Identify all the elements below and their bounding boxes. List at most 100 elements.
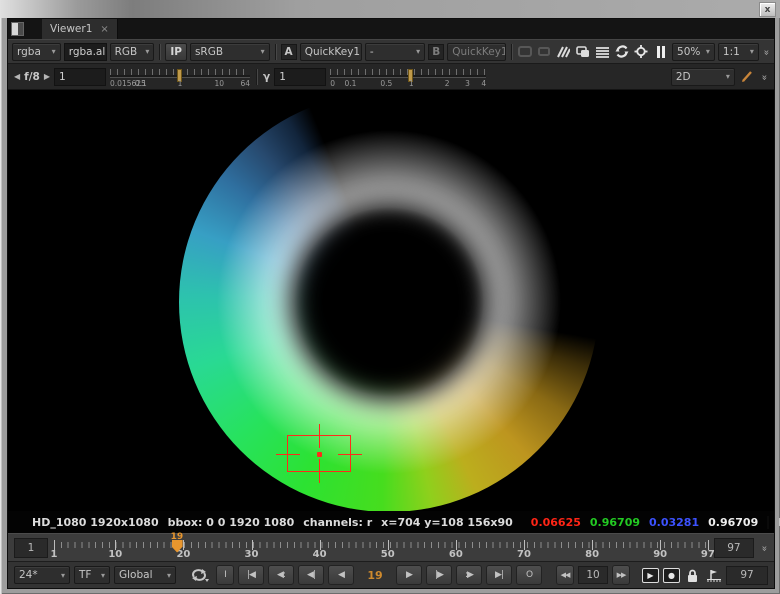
ruler-frame-label: 90 [653,548,668,560]
gain-slider[interactable]: 0.015625 0.1 1 10 64 [110,66,251,88]
viewer-process-select[interactable]: sRGB [189,42,270,61]
play-backward-button[interactable]: ◀ [328,565,354,585]
gain-input[interactable]: 1 [54,67,107,86]
input-a-label: A [280,43,297,60]
lock-icon[interactable] [684,567,701,583]
frame-ruler[interactable]: 1 10 20 30 40 50 60 70 80 90 97 19 [50,532,715,562]
ruler-frame-label: 50 [380,548,395,560]
divider [256,68,258,85]
gamma-slider[interactable]: 0 0.1 0.5 1 2 3 4 [330,66,487,88]
slider-tick-label: 10 [214,78,224,88]
input-process-button[interactable]: IP [165,42,187,61]
channels-label: channels: r [303,515,373,529]
slider-tick-label: 0.1 [134,78,147,88]
current-frame-field[interactable]: 19 [358,569,392,582]
pencil-icon[interactable] [739,69,756,85]
sample-tick-top [319,424,320,448]
floating-window: x Viewer1 × rgba rgba.alp RGB IP sRGB A … [0,0,780,594]
viewer-panel: Viewer1 × rgba rgba.alp RGB IP sRGB A Qu… [7,18,780,589]
stacked-lines-icon[interactable] [594,44,610,60]
monitor-icon[interactable] [517,44,533,60]
window-title-bar[interactable] [0,0,780,18]
chevrons-icon[interactable]: » [758,74,769,78]
fstop-prev-icon[interactable]: ◀ [14,72,20,81]
viewer-toolbar: rgba rgba.alp RGB IP sRGB A QuickKey1▾ -… [8,39,774,64]
fast-forward-icon: ▶▶ [616,571,627,579]
play-forward-button[interactable]: ▶ [396,565,422,585]
blue-value: 0.03281 [649,515,700,529]
mark-in-button[interactable]: I [216,565,234,585]
small-monitor-icon[interactable] [536,44,552,60]
display-channels-select[interactable]: RGB [109,42,155,61]
fps-select[interactable]: 24* [14,566,70,584]
refresh-icon[interactable] [614,44,630,60]
red-value: 0.06625 [530,515,581,529]
transport-bar: 24* TF Global I |◀◀:◀|◀ 19 ▶|▶:▶▶|O ◀◀ 1… [8,561,774,588]
window-close-button[interactable]: x [759,2,776,17]
tab-close-icon[interactable]: × [100,24,108,35]
range-o-button[interactable]: O [516,565,542,585]
sample-tick-bottom [319,459,320,483]
pane-layout-icon[interactable] [11,22,24,36]
gamma-input[interactable]: 1 [274,67,327,86]
slider-tick-label: 0.1 [344,78,357,88]
ruler-frame-label: 97 [700,548,715,560]
tab-viewer1[interactable]: Viewer1 × [42,19,118,39]
input-b-label: B [428,43,445,60]
slider-tick-label: 0 [330,78,335,88]
tab-bar: Viewer1 × [8,19,774,39]
blend-mode-select[interactable]: - [364,42,426,61]
bbox-label: bbox: 0 0 1920 1080 [167,515,295,529]
loop-icon[interactable] [188,567,212,583]
overlap-windows-icon[interactable] [575,44,591,60]
gamma-symbol: γ [263,70,271,83]
viewer-canvas[interactable] [8,90,774,511]
pixel-sample-box[interactable] [276,424,362,483]
fstop-label: f/8 [24,70,40,83]
goto-end-button[interactable]: ▶| [486,565,512,585]
chevrons-icon[interactable]: » [758,545,769,549]
prev-keyframe-button[interactable]: ◀: [268,565,294,585]
layer-select[interactable]: rgba [12,42,61,61]
ruler-frame-label: 70 [517,548,531,560]
chevrons-icon[interactable]: » [760,49,771,53]
zoom-select[interactable]: 50% [672,42,715,61]
ruler-frame-label: 60 [448,548,463,560]
green-value: 0.96709 [589,515,641,529]
next-keyframe-button[interactable]: :▶ [456,565,482,585]
goto-start-button[interactable]: |◀ [238,565,264,585]
range-mode-select[interactable]: Global [114,566,176,584]
input-a-select[interactable]: QuickKey1▾ [299,42,362,61]
step-back-button[interactable]: ◀| [298,565,324,585]
colorwheel-hole [291,204,487,400]
input-b-select[interactable]: QuickKey1 [447,42,506,61]
play-box-icon[interactable]: ▶ [642,567,659,583]
end-frame-field[interactable]: 97 [726,565,768,585]
record-box-icon[interactable]: ● [663,567,680,583]
slider-tick-label: 64 [240,78,251,88]
target-icon[interactable] [633,44,649,60]
increment-button[interactable]: ▶▶ [612,565,630,585]
sample-tick-right [338,453,362,455]
range-end-field[interactable]: 97 [713,537,754,558]
frame-increment-field[interactable]: 10 [578,566,608,584]
pause-icon[interactable] [653,44,669,60]
slider-tick-label: 3 [465,78,470,88]
format-label: HD_1080 1920x1080 [32,515,159,529]
ruler-frame-label: 1 [50,548,58,560]
range-start-field[interactable]: 1 [14,537,48,558]
alpha-layer-field[interactable]: rgba.alp [63,42,107,61]
pixel-aspect-select[interactable]: 1:1 [717,42,759,61]
cursor-pos-label: x=704 y=108 156x90 [381,515,513,529]
slider-tick-label: 2 [444,78,450,88]
diagonal-stripes-icon[interactable] [555,44,571,60]
view-mode-select[interactable]: 2D [670,67,735,86]
decrement-button[interactable]: ◀◀ [556,565,574,585]
step-forward-button[interactable]: |▶ [426,565,452,585]
ruler-minor-ticks [54,541,708,548]
tf-select[interactable]: TF [74,566,110,584]
ruler-frame-label: 30 [244,548,259,560]
flag-marker-icon[interactable] [705,567,722,583]
rewind-icon: ◀◀ [560,571,571,579]
fstop-next-icon[interactable]: ▶ [44,72,50,81]
